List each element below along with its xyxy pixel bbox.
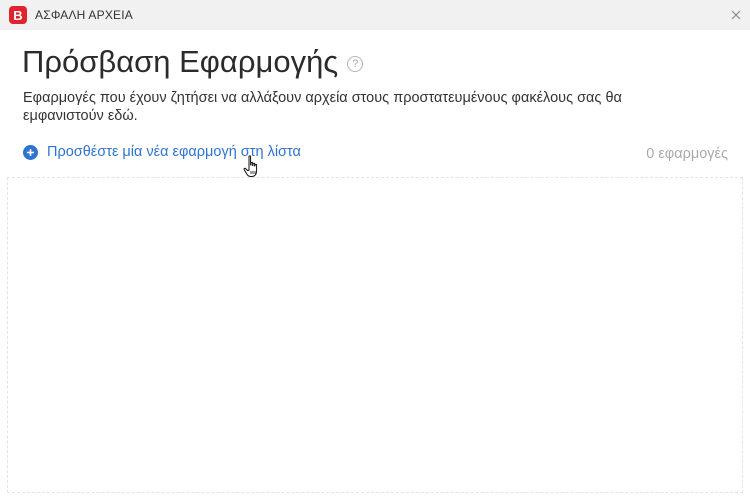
close-icon [731,10,741,20]
application-count: 0 εφαρμογές [646,146,728,162]
close-button[interactable] [728,7,744,23]
plus-circle-icon [23,144,38,160]
help-glyph: ? [352,57,359,70]
bitdefender-logo-icon: B [9,6,27,24]
logo-letter: B [13,7,23,23]
page-title: Πρόσβαση Εφαρμογής [22,44,339,79]
window-title: ΑΣΦΑΛΗ ΑΡΧΕΙΑ [35,8,133,22]
plus-icon [27,148,34,156]
hand-pointer-icon [243,155,258,177]
page-description: Εφαρμογές που έχουν ζητήσει να αλλάξουν … [23,90,622,124]
app-window: B ΑΣΦΑΛΗ ΑΡΧΕΙΑ Πρόσβαση Εφαρμογής ? Εφα… [0,0,750,498]
page-header: Πρόσβαση Εφαρμογής ? [22,44,364,79]
title-bar: B ΑΣΦΑΛΗ ΑΡΧΕΙΑ [0,0,750,30]
application-list [7,177,743,493]
question-circle-icon[interactable]: ? [347,55,364,72]
